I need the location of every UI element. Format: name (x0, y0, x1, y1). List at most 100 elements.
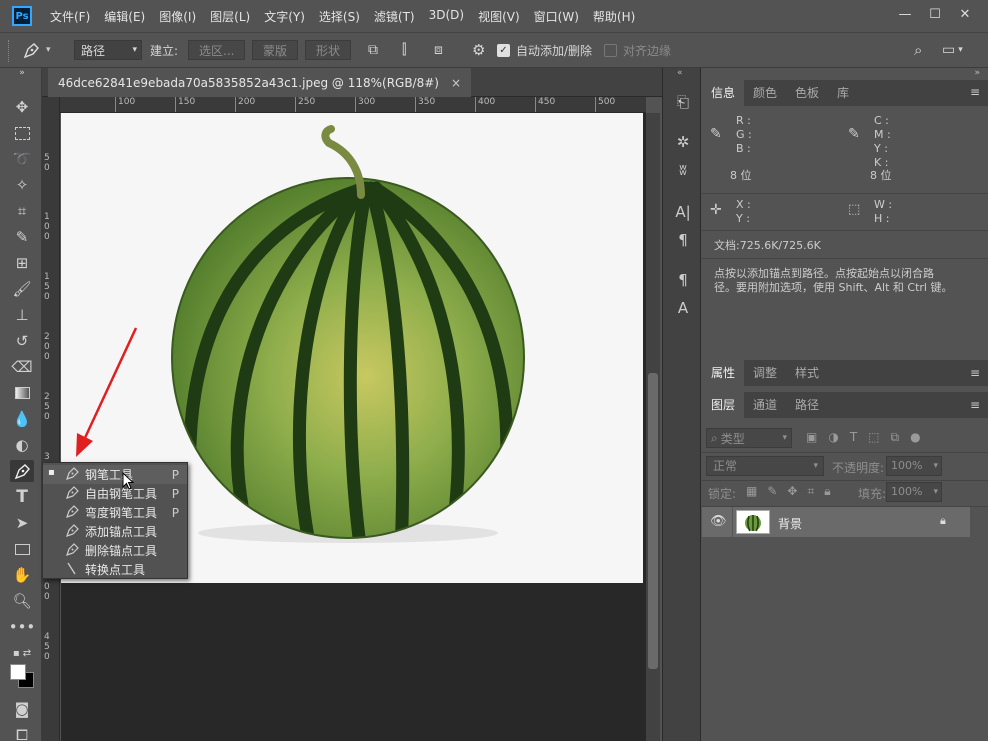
menu-item-8[interactable]: 视图(V) (478, 8, 520, 25)
eye-icon[interactable]: 👁︎ (710, 514, 727, 529)
panel-menu-icon[interactable]: ≡ (970, 398, 980, 412)
gear-icon[interactable]: ⚙ (472, 40, 485, 60)
panel-tab[interactable]: 信息 (702, 80, 745, 106)
menu-item-3[interactable]: 图层(L) (210, 8, 250, 25)
make-selection-button[interactable]: 选区... (188, 40, 246, 60)
menu-item-6[interactable]: 滤镜(T) (374, 8, 415, 25)
flyout-item-delete-anchor[interactable]: 删除锚点工具 (43, 541, 187, 560)
more-tools-icon[interactable]: ••• (9, 616, 36, 638)
rectangle-tool-icon[interactable] (10, 538, 34, 560)
flyout-item-convert-point[interactable]: 转换点工具 (43, 560, 187, 579)
healing-brush-tool-icon[interactable]: ⊞ (10, 252, 34, 274)
flyout-item-curvature-pen[interactable]: 弯度钢笔工具 P (43, 503, 187, 522)
paragraph-panel-icon[interactable]: ¶ (671, 228, 695, 252)
menu-item-1[interactable]: 编辑(E) (104, 8, 145, 25)
path-arrangement-icon[interactable]: ⧈ (434, 40, 443, 60)
menu-item-7[interactable]: 3D(D) (429, 8, 464, 25)
type-tool-icon[interactable]: T (10, 486, 34, 508)
magic-wand-tool-icon[interactable]: ✧ (10, 174, 34, 196)
stamp-tool-icon[interactable]: ⊥ (10, 304, 34, 326)
filter-toggle-icon[interactable]: ● (910, 430, 920, 445)
flyout-item-add-anchor[interactable]: 添加锚点工具 (43, 522, 187, 541)
panel-tab[interactable]: 库 (828, 80, 858, 106)
zoom-tool-icon[interactable]: 🔍︎ (10, 590, 34, 612)
align-edges-checkbox[interactable]: 对齐边缘 (604, 40, 671, 60)
menu-item-5[interactable]: 选择(S) (319, 8, 360, 25)
panel-menu-icon[interactable]: ≡ (970, 85, 980, 99)
path-selection-tool-icon[interactable]: ➤ (10, 512, 34, 534)
panel-tab[interactable]: 图层 (702, 392, 745, 418)
maximize-icon[interactable]: ☐ (920, 4, 950, 24)
minimize-icon[interactable]: — (890, 4, 920, 24)
document-tab[interactable]: 46dce62841e9ebada70a5835852a43c1.jpeg @ … (48, 68, 472, 97)
paragraph-styles-icon[interactable]: ¶ (671, 268, 695, 292)
adjustment-filter-icon[interactable]: ◑ (828, 430, 838, 445)
history-panel-icon[interactable]: ⎗ (671, 90, 695, 114)
brush-tool-icon[interactable]: 🖌 (10, 278, 34, 300)
menu-item-4[interactable]: 文字(Y) (264, 8, 305, 25)
panel-tab[interactable]: 调整 (744, 360, 786, 386)
auto-add-delete-checkbox[interactable]: ✓ 自动添加/删除 (497, 40, 592, 60)
layer-filter-select[interactable]: ⌕ 类型 ▾ (706, 428, 792, 448)
blend-mode-select[interactable]: 正常 ▾ (706, 456, 824, 476)
lock-transparent-pixels-icon[interactable]: ▦ (746, 484, 757, 499)
collapse-icon[interactable]: « (677, 68, 683, 78)
panel-tab[interactable]: 样式 (786, 360, 828, 386)
pen-tool-icon[interactable] (10, 460, 34, 482)
menu-item-10[interactable]: 帮助(H) (593, 8, 635, 25)
swap-colors-icon[interactable]: ▪ ⇄ (10, 642, 34, 664)
smart-object-filter-icon[interactable]: ⧉ (891, 430, 900, 445)
lock-position-icon[interactable]: ✥ (787, 484, 797, 499)
brushes-panel-icon[interactable]: ʬ (671, 158, 695, 182)
lasso-tool-icon[interactable]: ➰ (10, 148, 34, 170)
foreground-color-swatch[interactable] (10, 664, 26, 680)
character-panel-icon[interactable]: A| (671, 200, 695, 224)
path-operations-icon[interactable]: ⧉ (368, 40, 378, 60)
artboard-lock-icon[interactable]: ⌗ (807, 484, 814, 499)
panel-tab[interactable]: 色板 (786, 80, 828, 106)
shape-filter-icon[interactable]: ⬚ (868, 430, 879, 445)
blur-tool-icon[interactable]: 💧 (10, 408, 34, 430)
panel-tab[interactable]: 颜色 (744, 80, 786, 106)
opacity-input[interactable]: 100% ▾ (886, 456, 942, 476)
lock-all-icon[interactable]: 🔒︎ (824, 484, 830, 499)
history-brush-tool-icon[interactable]: ↺ (10, 330, 34, 352)
brush-settings-icon[interactable]: ✲ (671, 130, 695, 154)
crop-tool-icon[interactable]: ⌗ (10, 200, 34, 222)
scrollbar-thumb[interactable] (648, 373, 658, 669)
flyout-item-pen[interactable]: ▪ 钢笔工具 P (43, 465, 187, 484)
dodge-tool-icon[interactable]: ◐ (10, 434, 34, 456)
panel-tab[interactable]: 通道 (744, 392, 786, 418)
close-tab-icon[interactable]: × (451, 76, 461, 90)
move-tool-icon[interactable]: ✥ (10, 96, 34, 118)
flyout-item-freeform-pen[interactable]: 自由钢笔工具 P (43, 484, 187, 503)
menu-item-0[interactable]: 文件(F) (50, 8, 90, 25)
hand-tool-icon[interactable]: ✋ (10, 564, 34, 586)
screen-mode-icon[interactable]: ⧠ (10, 724, 34, 741)
image-filter-icon[interactable]: ▣ (806, 430, 817, 445)
character-styles-icon[interactable]: A (671, 296, 695, 320)
eyedropper-tool-icon[interactable]: ✎ (10, 226, 34, 248)
make-shape-button[interactable]: 形状 (305, 40, 352, 60)
tool-preset-picker[interactable]: ▾ (22, 40, 51, 60)
collapse-icon[interactable]: » (974, 68, 980, 78)
layer-row[interactable]: 👁︎ 背景 🔒︎ (702, 507, 970, 537)
collapse-icon[interactable]: » (10, 67, 34, 79)
menu-item-2[interactable]: 图像(I) (159, 8, 196, 25)
gradient-tool-icon[interactable] (10, 382, 34, 404)
lock-image-pixels-icon[interactable]: ✎ (767, 484, 777, 499)
vertical-scrollbar[interactable] (646, 113, 660, 741)
search-icon[interactable]: ⌕ (914, 40, 922, 60)
marquee-tool-icon[interactable] (10, 122, 34, 144)
close-icon[interactable]: ✕ (950, 4, 980, 24)
eraser-tool-icon[interactable]: ⌫ (10, 356, 34, 378)
workspace-icon[interactable]: ▭ ▾ (942, 40, 963, 60)
menu-item-9[interactable]: 窗口(W) (534, 8, 579, 25)
path-alignment-icon[interactable]: ⫿ (402, 40, 406, 60)
make-mask-button[interactable]: 蒙版 (252, 40, 299, 60)
mode-select[interactable]: 路径 ▾ (74, 40, 142, 60)
panel-menu-icon[interactable]: ≡ (970, 366, 980, 380)
type-filter-icon[interactable]: T (850, 430, 857, 445)
panel-tab[interactable]: 路径 (786, 392, 828, 418)
quick-mask-icon[interactable]: ◙ (10, 698, 34, 720)
